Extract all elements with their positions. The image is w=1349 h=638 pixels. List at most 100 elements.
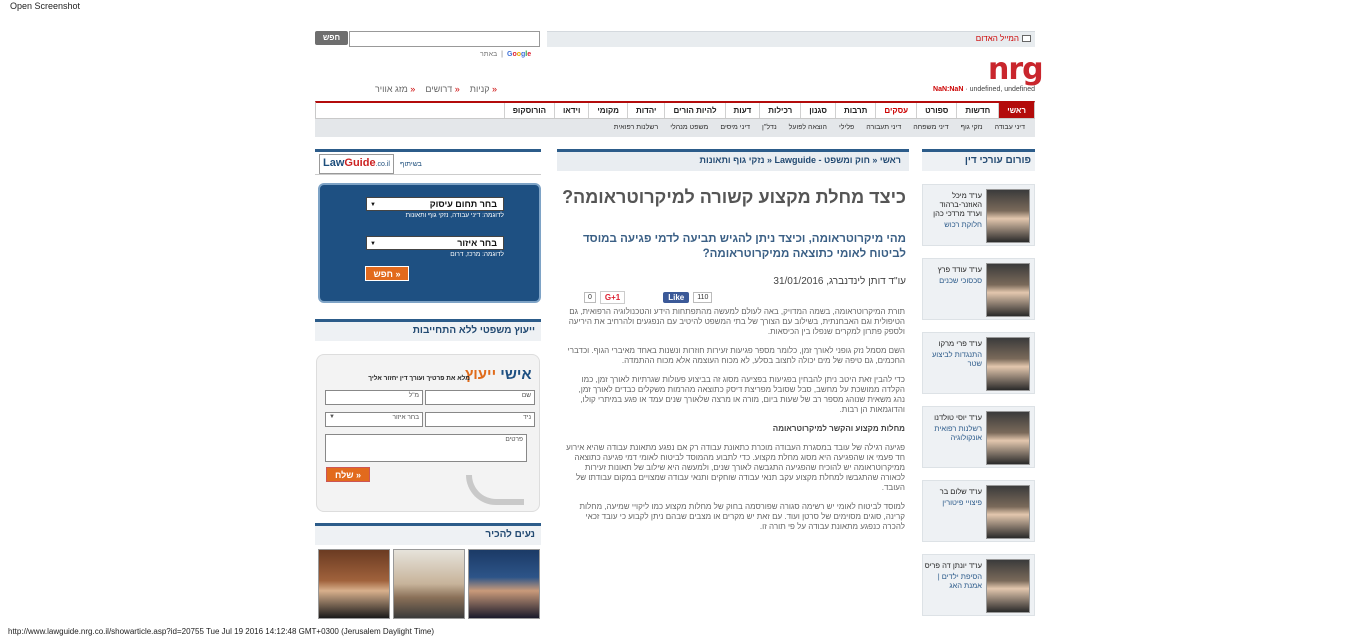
region-select[interactable]: בחר איזור [366,236,504,250]
lawyer-photo [986,189,1030,243]
nav-parents[interactable]: להיות הורים [664,103,724,118]
subnav-family[interactable]: דיני משפחה [907,119,954,137]
article-paragraph: למוסד לביטוח לאומי יש רשימה סגורה שפורסמ… [579,502,905,531]
advice-logo: אישי ייעוץ [465,366,532,383]
region-example: לדוגמה: מרכז, דרום [450,251,504,258]
nav-local[interactable]: מקומי [588,103,627,118]
details-textarea[interactable]: פרטים [325,434,527,462]
quick-link-jobs[interactable]: דרושים [425,84,459,94]
social-buttons: 0 G+1 Like 110 [584,291,713,304]
nav-news[interactable]: חדשות [956,103,998,118]
article-body: תורת המיקרוטראומה, בשמה המדויק, באה לעול… [565,307,905,541]
phone-field[interactable]: ניד [425,412,535,427]
subnav-admin-law[interactable]: משפט מנהלי [664,119,714,137]
lawyer-search-button[interactable]: חפש » [365,266,409,281]
person-photo[interactable] [393,549,465,619]
advice-tagline: מלא את פרטיך ועורך דין יחזור אליך [368,375,470,382]
gplus-button[interactable]: G+1 [599,291,626,304]
author-date: עו"ד דותן לינדנברג, 31/01/2016 [773,276,906,287]
mayday-link[interactable]: המייל האדום [976,34,1031,43]
lawyer-name: עו"ד פרי מרקו [938,339,982,348]
facebook-like-count: 110 [693,292,713,303]
lawyer-spec: סכסוכי שכנים [939,276,982,285]
area-example: לדוגמה: דיני עבודה, נזקי גוף ותאונות [405,212,504,219]
nav-opinions[interactable]: דעות [724,103,760,118]
subnav-malpractice[interactable]: רשלנות רפואית [608,119,664,137]
nav-horoscope[interactable]: הורוסקופ [503,103,554,118]
subnav-criminal[interactable]: פלילי [833,119,860,137]
window-title: Open Screenshot [10,1,81,11]
lawyer-spec: התנגדות לביצוע שטר [931,350,982,368]
gplus-count: 0 [584,292,596,303]
quick-links: קניות דרושים מזג אוויר [375,84,497,94]
subnav-tax[interactable]: דיני מיסים [714,119,756,137]
lawyer-photo [986,411,1030,465]
section-heading: מחלות מקצוע והקשר למיקרוטראומה [772,424,905,433]
lawyer-spec: פיצויי פיטורין [942,498,982,507]
lawyer-name: עו"ד עודד פרץ [937,265,982,274]
nav-style[interactable]: סגנון [800,103,835,118]
lawyer-name: עו"ד שלום בר [939,487,982,496]
lawguide-logo[interactable]: LawGuide.co.il [319,154,394,174]
quick-link-weather[interactable]: מזג אוויר [375,84,415,94]
lawyer-card[interactable]: עו"ד עודד פרץ סכסוכי שכנים [922,258,1035,320]
search-input[interactable] [349,31,540,47]
subnav-execution[interactable]: הוצאה לפועל [783,119,833,137]
google-search-row: באתר | Google [480,51,532,58]
breadcrumb[interactable]: ראשי « חוק ומשפט - Lawguide « נזקי גוף ו… [557,149,909,171]
envelope-icon [1022,35,1031,42]
lawyer-card[interactable]: עו"ד יונתן דה פריס הסיפת ילדים | אמנת האג [922,554,1035,616]
lawyer-card[interactable]: עו"ד מיכל האוזנר-ברהוד ועו"ד מרדכי כהן חל… [922,184,1035,246]
chevron-down-icon: ▼ [329,414,335,420]
lawyer-spec: הסיפת ילדים | אמנת האג [937,572,982,590]
subnav-realestate[interactable]: נדל"ן [756,119,783,137]
lawyer-card[interactable]: עו"ד פרי מרקו התנגדות לביצוע שטר [922,332,1035,394]
article-paragraph: תורת המיקרוטראומה, בשמה המדויק, באה לעול… [568,307,905,336]
top-bar: המייל האדום [547,31,1035,47]
article-title: כיצד מחלת מקצוע קשורה למיקרוטראומה? [562,187,906,207]
lawyer-photo [986,337,1030,391]
site-search-label[interactable]: באתר [480,51,497,58]
lawyer-photo [986,485,1030,539]
lawyer-name: עו"ד יוסי טולדנו [934,413,982,422]
nav-home[interactable]: ראשי [998,103,1034,118]
nrg-logo[interactable]: nrg [988,52,1044,87]
lawyer-spec: רשלנות רפואית אונקולוגיה [934,424,982,442]
search-button[interactable]: חפש [315,31,348,45]
article-paragraph: כדי להבין זאת היטב ניתן להבחין בפגיעות ב… [578,375,905,414]
person-photo[interactable] [468,549,540,619]
google-logo: Google [507,51,532,58]
lawyer-card[interactable]: עו"ד יוסי טולדנו רשלנות רפואית אונקולוגיה [922,406,1035,468]
sub-nav: דיני עבודה נזקי גוף דיני משפחה דיני תעבו… [315,119,1035,137]
person-photo[interactable] [318,549,390,619]
area-select[interactable]: בחר תחום עיסוק [366,197,504,211]
nice-to-meet-heading: נעים להכיר [315,523,541,545]
article-subtitle: מהי מיקרוטראומה, וכיצד ניתן להגיש תביעה … [582,233,906,260]
nav-sport[interactable]: ספורט [916,103,956,118]
date-text: NaN:NaN · undefined, undefined [933,86,1035,93]
main-nav: ראשי חדשות ספורט עסקים תרבות סגנון רכילו… [315,101,1035,119]
subnav-injury[interactable]: נזקי גוף [955,119,989,137]
nav-gossip[interactable]: רכילות [759,103,800,118]
send-button[interactable]: שלח » [326,467,370,482]
nav-culture[interactable]: תרבות [834,103,875,118]
lawyer-name: עו"ד יונתן דה פריס [924,561,982,570]
region-select-field[interactable]: בחר איזור ▼ [325,412,423,427]
article-paragraph: השם מסמל נזק גופני לאורך זמן, כלומר מספר… [567,346,905,365]
nav-video[interactable]: וידאו [554,103,588,118]
quick-link-shopping[interactable]: קניות [470,84,497,94]
name-field[interactable]: שם [425,390,535,405]
lawyer-spec: חלוקת רכוש [944,220,982,229]
email-field[interactable]: מ"ל [325,390,423,405]
subnav-traffic[interactable]: דיני תעבורה [860,119,907,137]
lawyer-card[interactable]: עו"ד שלום בר פיצויי פיטורין [922,480,1035,542]
lawyer-photo [986,559,1030,613]
subnav-labor[interactable]: דיני עבודה [989,119,1031,137]
nav-business[interactable]: עסקים [875,103,916,118]
status-url: http://www.lawguide.nrg.co.il/showarticl… [8,627,435,636]
facebook-like-button[interactable]: Like [663,292,690,303]
nav-judaism[interactable]: יהדות [626,103,664,118]
article-paragraph: פגיעה רגילה של עובד במסגרת העבודה מוכרת … [566,443,905,492]
mayday-label: המייל האדום [975,34,1019,43]
forum-heading: פורום עורכי דין [922,149,1035,171]
